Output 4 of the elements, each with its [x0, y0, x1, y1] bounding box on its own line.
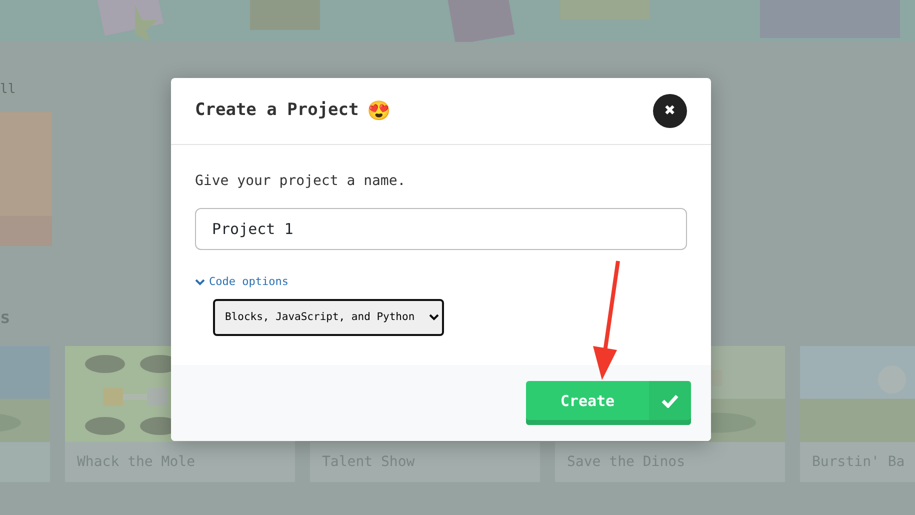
prompt-text: Give your project a name. [195, 172, 407, 191]
dialog-title: Create a Project [195, 99, 359, 122]
emoji: 😍 [366, 98, 391, 124]
heading-text: ll [0, 82, 16, 97]
